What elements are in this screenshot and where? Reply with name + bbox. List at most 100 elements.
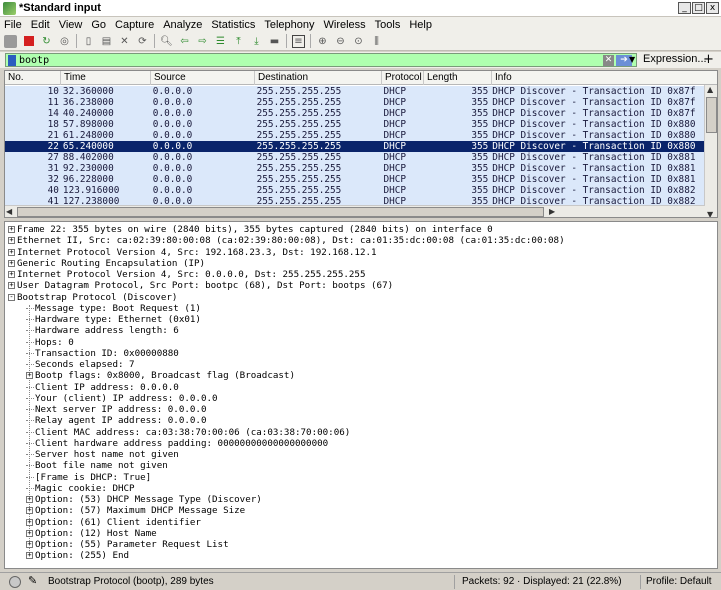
- expand-icon[interactable]: +: [8, 259, 15, 267]
- tree-item[interactable]: + User Datagram Protocol, Src Port: bootp…: [8, 280, 393, 291]
- tree-item[interactable]: Hardware address length: 6: [26, 325, 179, 336]
- expand-icon[interactable]: +: [8, 237, 15, 245]
- open-file-icon[interactable]: ▯: [82, 35, 95, 48]
- menu-wireless[interactable]: Wireless: [324, 19, 366, 31]
- expand-icon[interactable]: +: [26, 372, 33, 380]
- go-last-icon[interactable]: ⤓: [250, 35, 263, 48]
- tree-item[interactable]: Relay agent IP address: 0.0.0.0: [26, 415, 206, 426]
- display-filter-field[interactable]: ✕ ➔: [5, 53, 637, 67]
- tree-item[interactable]: Next server IP address: 0.0.0.0: [26, 404, 206, 415]
- expert-info-icon[interactable]: [9, 576, 21, 588]
- tree-item[interactable]: Your (client) IP address: 0.0.0.0: [26, 393, 218, 404]
- menu-file[interactable]: File: [4, 19, 22, 31]
- column-header-destination[interactable]: Destination: [255, 71, 382, 85]
- tree-item[interactable]: Hardware type: Ethernet (0x01): [26, 314, 201, 325]
- column-header-time[interactable]: Time: [61, 71, 151, 85]
- tree-item[interactable]: Hops: 0: [26, 337, 74, 348]
- packet-row[interactable]: 31 92.230000 0.0.0.0 255.255.255.255 DHCP 355…: [5, 163, 705, 174]
- tree-item[interactable]: + Frame 22: 355 bytes on wire (2840 bits)…: [8, 224, 493, 235]
- expand-icon[interactable]: +: [26, 518, 33, 526]
- packet-list-horizontal-scrollbar[interactable]: ◀ ▶: [5, 205, 705, 217]
- tree-item[interactable]: + Bootp flags: 0x8000, Broadcast flag (Br…: [26, 370, 295, 381]
- expand-icon[interactable]: +: [26, 507, 33, 515]
- status-profile[interactable]: Profile: Default: [646, 576, 712, 587]
- tree-item[interactable]: Client MAC address: ca:03:38:70:00:06 (c…: [26, 427, 350, 438]
- go-first-icon[interactable]: ⤒: [232, 35, 245, 48]
- menu-view[interactable]: View: [59, 19, 83, 31]
- packet-row[interactable]: 18 57.898000 0.0.0.0 255.255.255.255 DHCP 355…: [5, 119, 705, 130]
- packet-row[interactable]: 27 88.402000 0.0.0.0 255.255.255.255 DHCP 355…: [5, 152, 705, 163]
- column-header-protocol[interactable]: Protocol: [382, 71, 424, 85]
- packet-row[interactable]: 40 123.916000 0.0.0.0 255.255.255.255 DHCP 35…: [5, 185, 705, 196]
- tree-item[interactable]: + Ethernet II, Src: ca:02:39:80:00:08 (ca…: [8, 235, 565, 246]
- scroll-right-icon[interactable]: ▶: [549, 207, 555, 216]
- clear-filter-icon[interactable]: ✕: [603, 55, 614, 66]
- menu-capture[interactable]: Capture: [115, 19, 154, 31]
- tree-item[interactable]: + Option: (12) Host Name: [26, 528, 157, 539]
- shark-fin-start-icon[interactable]: [4, 34, 17, 48]
- bookmark-icon[interactable]: [8, 54, 16, 66]
- display-filter-input[interactable]: [19, 54, 579, 66]
- go-to-packet-icon[interactable]: ☰: [214, 35, 227, 48]
- expand-icon[interactable]: +: [26, 529, 33, 537]
- find-packet-icon[interactable]: 🔍︎: [160, 35, 173, 48]
- tree-item[interactable]: + Internet Protocol Version 4, Src: 0.0.0…: [8, 269, 365, 280]
- filter-history-dropdown-icon[interactable]: ▼: [629, 55, 639, 66]
- tree-item[interactable]: Client IP address: 0.0.0.0: [26, 382, 179, 393]
- save-file-icon[interactable]: ▤: [100, 35, 113, 48]
- tree-item[interactable]: Magic cookie: DHCP: [26, 483, 135, 494]
- tree-item[interactable]: + Internet Protocol Version 4, Src: 192.1…: [8, 247, 377, 258]
- menu-analyze[interactable]: Analyze: [163, 19, 202, 31]
- menu-edit[interactable]: Edit: [31, 19, 50, 31]
- column-header-source[interactable]: Source: [151, 71, 255, 85]
- expand-icon[interactable]: +: [26, 552, 33, 560]
- packet-row[interactable]: 14 40.240000 0.0.0.0 255.255.255.255 DHCP 355…: [5, 108, 705, 119]
- expand-icon[interactable]: +: [26, 496, 33, 503]
- maximize-button[interactable]: □: [692, 2, 705, 14]
- go-back-icon[interactable]: ⇦: [178, 35, 191, 48]
- autoscroll-icon[interactable]: ▬: [268, 35, 281, 48]
- tree-item[interactable]: Message type: Boot Request (1): [26, 303, 201, 314]
- stop-capture-icon[interactable]: [22, 35, 35, 48]
- restart-capture-icon[interactable]: ↻: [40, 35, 53, 48]
- packet-row[interactable]: 10 32.360000 0.0.0.0 255.255.255.255 DHCP 355…: [5, 86, 705, 97]
- tree-item[interactable]: + Generic Routing Encapsulation (IP): [8, 258, 205, 269]
- column-header-info[interactable]: Info: [492, 71, 717, 85]
- scroll-thumb[interactable]: [17, 207, 544, 217]
- tree-item[interactable]: Boot file name not given: [26, 460, 168, 471]
- column-header-length[interactable]: Length: [424, 71, 492, 85]
- capture-options-icon[interactable]: ◎: [58, 35, 71, 48]
- tree-item[interactable]: + Option: (57) Maximum DHCP Message Size: [26, 505, 245, 516]
- scroll-left-icon[interactable]: ◀: [6, 207, 12, 216]
- expand-icon[interactable]: +: [8, 248, 15, 256]
- tree-item[interactable]: + Option: (53) DHCP Message Type (Discove…: [26, 494, 262, 505]
- tree-item[interactable]: + Option: (55) Parameter Request List: [26, 539, 229, 550]
- packet-row[interactable]: 22 65.240000 0.0.0.0 255.255.255.255 DHCP 355…: [5, 141, 705, 152]
- zoom-reset-icon[interactable]: ⊙: [352, 35, 365, 48]
- zoom-in-icon[interactable]: ⊕: [316, 35, 329, 48]
- minimize-button[interactable]: _: [678, 2, 691, 14]
- tree-item[interactable]: + Option: (61) Client identifier: [26, 517, 201, 528]
- add-filter-button[interactable]: +: [703, 52, 714, 67]
- tree-item[interactable]: Transaction ID: 0x00000880: [26, 348, 179, 359]
- scroll-up-icon[interactable]: ▲: [707, 85, 713, 94]
- menu-telephony[interactable]: Telephony: [264, 19, 314, 31]
- tree-item[interactable]: Seconds elapsed: 7: [26, 359, 135, 370]
- expand-icon[interactable]: +: [8, 282, 15, 290]
- close-file-icon[interactable]: ✕: [118, 35, 131, 48]
- packet-row[interactable]: 11 36.238000 0.0.0.0 255.255.255.255 DHCP 355…: [5, 97, 705, 108]
- colorize-icon[interactable]: ≡: [292, 34, 305, 48]
- packet-row[interactable]: 21 61.248000 0.0.0.0 255.255.255.255 DHCP 355…: [5, 130, 705, 141]
- expression-button[interactable]: Expression...: [643, 53, 707, 65]
- go-forward-icon[interactable]: ⇨: [196, 35, 209, 48]
- resize-columns-icon[interactable]: ⫼: [370, 35, 383, 48]
- collapse-icon[interactable]: -: [8, 293, 15, 301]
- tree-item[interactable]: Client hardware address padding: 0000000…: [26, 438, 328, 449]
- tree-item[interactable]: [Frame is DHCP: True]: [26, 472, 151, 483]
- menu-help[interactable]: Help: [409, 19, 432, 31]
- expand-icon[interactable]: +: [8, 226, 15, 233]
- expand-icon[interactable]: +: [26, 541, 33, 548]
- menu-go[interactable]: Go: [91, 19, 106, 31]
- tree-item[interactable]: + Option: (255) End: [26, 550, 129, 561]
- close-button[interactable]: x: [706, 2, 719, 14]
